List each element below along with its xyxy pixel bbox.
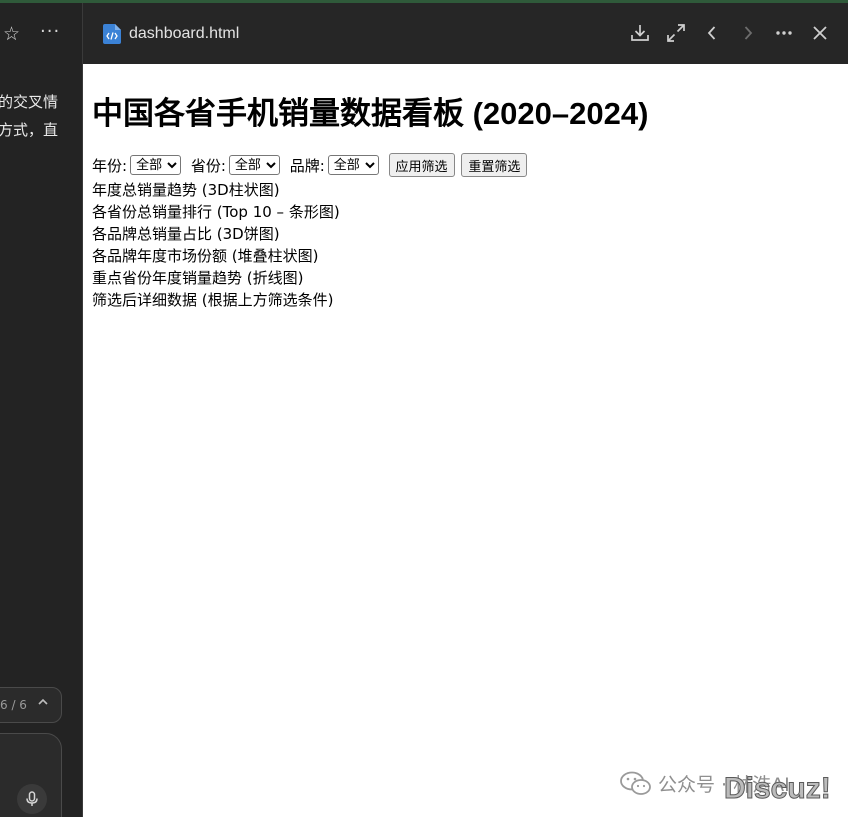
more-options-icon[interactable] (773, 22, 795, 44)
reset-filter-button[interactable]: 重置筛选 (461, 153, 528, 177)
file-name: dashboard.html (129, 25, 240, 42)
more-options-icon[interactable]: ··· (40, 23, 60, 41)
brand-filter-label: 品牌: (289, 156, 325, 175)
html-file-icon (102, 23, 122, 49)
chart-sections: 年度总销量趋势 (3D柱状图) 各省份总销量排行 (Top 10 – 条形图) … (92, 179, 340, 311)
chevron-up-icon[interactable] (37, 696, 49, 711)
preview-header: dashboard.html (83, 3, 848, 64)
chat-text-line: 的交叉情 (0, 93, 59, 111)
wechat-logo-icon (620, 771, 652, 802)
version-counter: 6 / 6 (0, 698, 27, 712)
brand-select[interactable]: 全部 (327, 155, 379, 175)
province-select[interactable]: 全部 (228, 155, 280, 175)
section-title: 筛选后详细数据 (根据上方筛选条件) (92, 291, 334, 309)
chevron-left-icon[interactable] (701, 22, 723, 44)
year-filter-label: 年份: (92, 156, 128, 175)
microphone-icon (26, 791, 38, 806)
page-title: 中国各省手机销量数据看板 (2020–2024) (92, 96, 649, 131)
chevron-right-icon[interactable] (737, 22, 759, 44)
chat-side-pane: ☆ ··· 的交叉情 方式，直 6 / 6 (0, 3, 82, 817)
html-preview: 中国各省手机销量数据看板 (2020–2024) 年份: 全部 省份: 全部 品牌:… (83, 64, 848, 817)
section-title: 重点省份年度销量趋势 (折线图) (92, 269, 304, 287)
discuz-watermark: Discuz! (724, 772, 832, 806)
microphone-button[interactable] (17, 784, 47, 814)
version-navigator[interactable]: 6 / 6 (0, 687, 62, 723)
apply-filter-button[interactable]: 应用筛选 (388, 153, 455, 177)
star-icon[interactable]: ☆ (3, 25, 20, 44)
close-icon[interactable] (809, 22, 831, 44)
section-title: 各品牌总销量占比 (3D饼图) (92, 225, 280, 243)
chat-text-line: 方式，直 (0, 121, 59, 139)
expand-icon[interactable] (665, 22, 687, 44)
section-title: 各省份总销量排行 (Top 10 – 条形图) (92, 203, 340, 221)
province-filter-label: 省份: (190, 156, 226, 175)
section-title: 各品牌年度市场份额 (堆叠柱状图) (92, 247, 319, 265)
filter-bar: 年份: 全部 省份: 全部 品牌: 全部 应用筛选 重置筛选 (92, 153, 529, 177)
section-title: 年度总销量趋势 (3D柱状图) (92, 181, 280, 199)
year-select[interactable]: 全部 (130, 155, 182, 175)
download-icon[interactable] (629, 22, 651, 44)
